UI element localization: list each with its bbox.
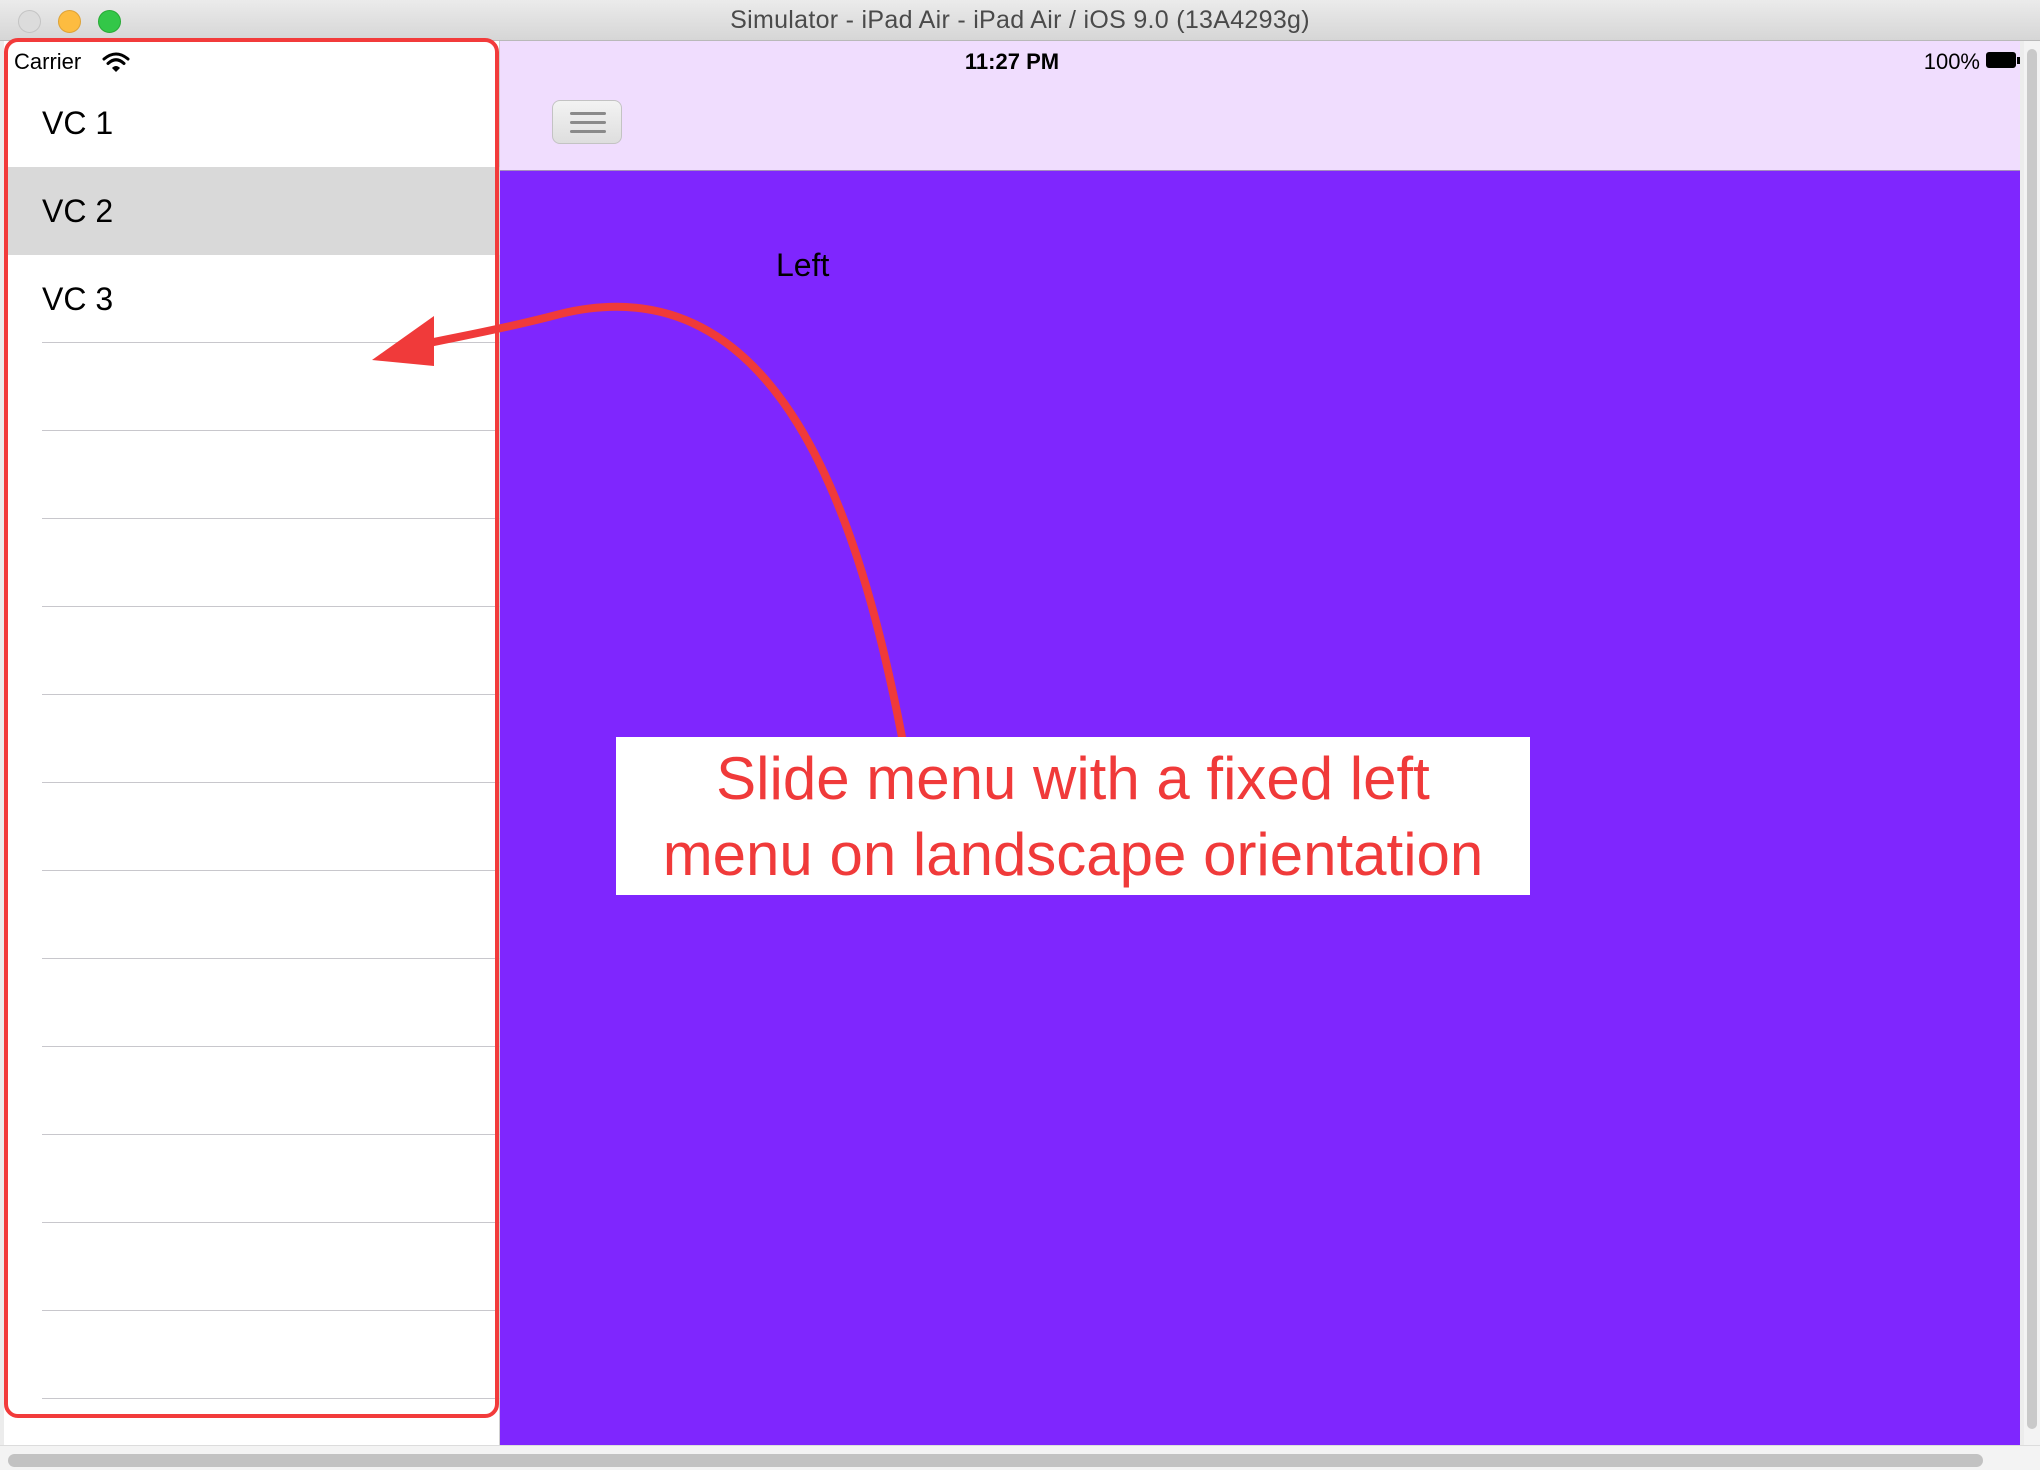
callout-line-1: Slide menu with a fixed left <box>716 745 1430 812</box>
battery-percent: 100% <box>1923 49 1980 74</box>
horizontal-scroll-thumb[interactable] <box>8 1454 1983 1467</box>
horizontal-scrollbar[interactable] <box>0 1445 2040 1470</box>
hamburger-icon <box>570 112 606 115</box>
annotation-highlight-box <box>4 38 499 1418</box>
battery-tip <box>2017 57 2020 64</box>
content-label: Left <box>776 247 830 283</box>
window-titlebar: Simulator - iPad Air - iPad Air / iOS 9.… <box>0 0 2040 41</box>
battery-icon <box>1986 52 2016 68</box>
hamburger-icon <box>570 121 606 124</box>
window-title: Simulator - iPad Air - iPad Air / iOS 9.… <box>730 6 1310 34</box>
vertical-scroll-thumb[interactable] <box>2027 49 2037 1429</box>
annotation-callout: Slide menu with a fixed left menu on lan… <box>616 737 1530 895</box>
vertical-scrollbar[interactable] <box>2024 41 2040 1445</box>
callout-line-2: menu on landscape orientation <box>662 821 1484 888</box>
hamburger-menu-button[interactable] <box>552 100 622 144</box>
hamburger-icon <box>570 130 606 133</box>
